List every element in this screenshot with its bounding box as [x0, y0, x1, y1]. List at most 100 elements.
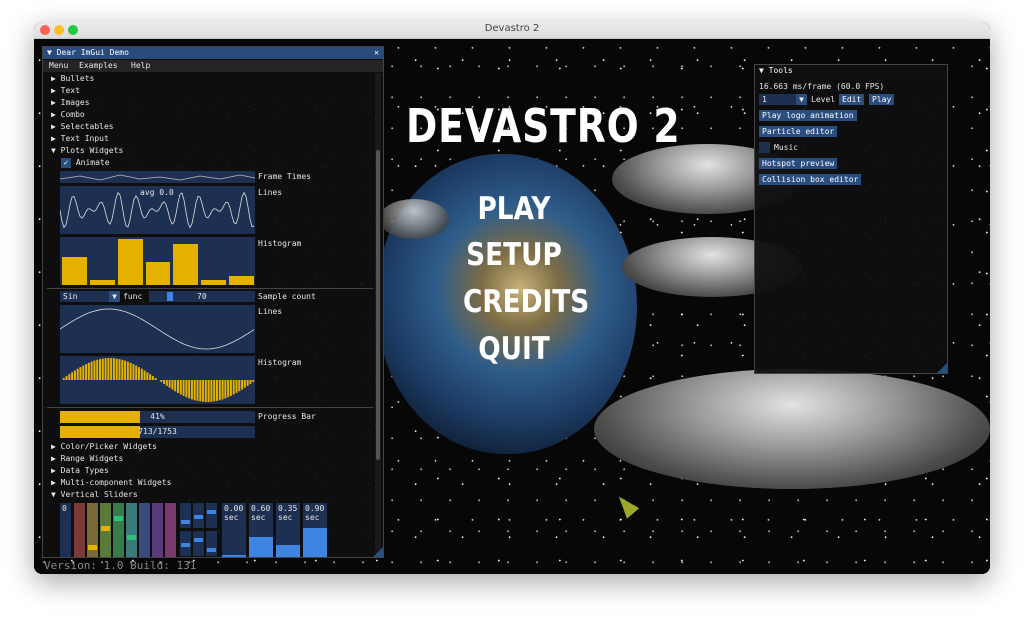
animate-checkbox[interactable]: ✓ Animate — [61, 157, 110, 168]
sample-count-value: 70 — [197, 292, 207, 301]
tree-node-vertical-sliders[interactable]: ▼ Vertical Sliders — [51, 489, 138, 500]
tree-node-text[interactable]: ▶ Text — [51, 85, 80, 96]
menu-credits[interactable]: CREDITS — [463, 284, 589, 320]
tree-node-color-picker[interactable]: ▶ Color/Picker Widgets — [51, 441, 157, 452]
histogram-bar — [151, 376, 154, 380]
vslider-time[interactable]: 0.90 sec — [303, 503, 327, 557]
histogram-bar — [129, 362, 132, 380]
menu-play[interactable]: PLAY — [463, 191, 565, 227]
level-combo[interactable]: 1 ▼ — [759, 94, 807, 105]
ufo-image — [594, 369, 990, 489]
tree-node-multi-component[interactable]: ▶ Multi-component Widgets — [51, 477, 171, 488]
vslider-small[interactable] — [193, 531, 204, 556]
animate-label: Animate — [75, 158, 110, 167]
tree-node-range-widgets[interactable]: ▶ Range Widgets — [51, 453, 123, 464]
play-logo-animation-button[interactable]: Play logo animation — [759, 110, 857, 121]
histogram-bar — [138, 367, 140, 380]
func-combo[interactable]: Sin ▼ — [60, 291, 120, 302]
histogram-bar — [224, 380, 227, 399]
slider-grab[interactable] — [88, 544, 97, 550]
hotspot-preview-button[interactable]: Hotspot preview — [759, 158, 838, 169]
sin-lines-plot[interactable] — [59, 305, 255, 353]
sin-histogram-plot[interactable] — [60, 356, 255, 404]
histogram-bar — [82, 365, 85, 380]
vslider-colored[interactable] — [87, 503, 98, 557]
vslider-small[interactable] — [206, 531, 217, 556]
game-viewport[interactable]: DEVASTRO 2 PLAY SETUP CREDITS QUIT Versi… — [34, 39, 990, 574]
slider-grab[interactable] — [194, 538, 203, 542]
histogram-bar — [204, 380, 207, 402]
vslider-colored[interactable] — [152, 503, 163, 557]
particle-editor-button[interactable]: Particle editor — [759, 126, 838, 137]
histogram-bar — [140, 368, 143, 380]
sin-histogram-svg — [62, 358, 255, 402]
music-label: Music — [774, 143, 799, 152]
collapse-arrow-icon[interactable]: ▼ — [47, 48, 52, 57]
vslider-colored[interactable] — [126, 503, 137, 557]
fps-text: 16.663 ms/frame (60.0 FPS) — [759, 82, 885, 91]
vslider-colored[interactable] — [139, 503, 150, 557]
histogram-bar — [93, 360, 96, 380]
tree-label: Multi-component Widgets — [60, 478, 172, 487]
resize-grip[interactable] — [373, 547, 383, 557]
menubar-help[interactable]: Help — [131, 60, 150, 72]
tree-node-text-input[interactable]: ▶ Text Input — [51, 133, 109, 144]
close-icon[interactable]: ✕ — [374, 47, 379, 59]
collision-box-editor-button[interactable]: Collision box editor — [759, 174, 862, 185]
slider-grab[interactable] — [181, 543, 190, 547]
tree-node-plots-widgets[interactable]: ▼ Plots Widgets — [51, 145, 123, 156]
lines-plot[interactable]: avg 0.0 — [59, 186, 255, 234]
vslider-small[interactable] — [180, 531, 191, 556]
vslider-small[interactable] — [193, 503, 204, 528]
imgui-demo-window[interactable]: ▼ Dear ImGui Demo ✕ Menu Examples Help ▶… — [42, 46, 384, 558]
slider-grab[interactable] — [101, 525, 110, 531]
frame-times-svg — [59, 174, 256, 181]
vslider-int[interactable]: 0 — [60, 503, 71, 557]
vslider-small[interactable] — [180, 503, 191, 528]
vslider-time[interactable]: 0.60 sec — [249, 503, 273, 557]
histogram-bar — [235, 380, 238, 393]
frame-times-plot[interactable] — [59, 171, 256, 183]
menubar-examples[interactable]: Examples — [79, 60, 118, 72]
slider-grab[interactable] — [181, 520, 190, 524]
menu-setup[interactable]: SETUP — [463, 237, 565, 273]
slider-grab[interactable] — [194, 515, 203, 519]
music-checkbox[interactable] — [759, 142, 770, 153]
vslider-time[interactable]: 0.00 sec — [222, 503, 246, 557]
resize-grip[interactable] — [937, 363, 947, 373]
scrollbar[interactable] — [375, 73, 381, 553]
histogram-bar — [145, 262, 171, 285]
histogram-label: Histogram — [258, 239, 302, 248]
vslider-time[interactable]: 0.35 sec — [276, 503, 300, 557]
tree-node-images[interactable]: ▶ Images — [51, 97, 90, 108]
vslider-colored[interactable] — [100, 503, 111, 557]
scrollbar-thumb[interactable] — [376, 150, 380, 460]
tree-node-data-types[interactable]: ▶ Data Types — [51, 465, 109, 476]
slider-grab[interactable] — [207, 510, 216, 514]
demo-title-bar[interactable]: ▼ Dear ImGui Demo ✕ — [43, 47, 383, 59]
tree-node-bullets[interactable]: ▶ Bullets — [51, 73, 94, 84]
histogram-plot[interactable] — [60, 237, 255, 285]
tree-node-combo[interactable]: ▶ Combo — [51, 109, 85, 120]
histogram-bar — [252, 380, 255, 382]
histogram-bar — [76, 368, 79, 380]
lines-overlay-text: avg 0.0 — [140, 188, 174, 197]
edit-button[interactable]: Edit — [839, 94, 865, 105]
vslider-colored[interactable] — [113, 503, 124, 557]
slider-grab[interactable] — [114, 516, 123, 521]
slider-grab[interactable] — [207, 548, 216, 552]
vslider-colored[interactable] — [165, 503, 176, 557]
vslider-small[interactable] — [206, 503, 217, 528]
tools-window[interactable]: ▼ Tools 16.663 ms/frame (60.0 FPS) 1 ▼ L… — [754, 64, 948, 374]
histogram-bar — [210, 380, 213, 402]
sample-count-slider[interactable]: 70 — [149, 291, 255, 302]
vslider-colored[interactable] — [74, 503, 85, 557]
tree-node-selectables[interactable]: ▶ Selectables — [51, 121, 114, 132]
tools-title-bar[interactable]: ▼ Tools — [755, 65, 947, 77]
menu-quit[interactable]: QUIT — [463, 331, 565, 367]
menubar-menu[interactable]: Menu — [49, 60, 68, 72]
collapse-arrow-icon[interactable]: ▼ — [759, 66, 764, 75]
slider-grab[interactable] — [167, 292, 173, 301]
play-button[interactable]: Play — [869, 94, 895, 105]
slider-grab[interactable] — [127, 535, 136, 541]
